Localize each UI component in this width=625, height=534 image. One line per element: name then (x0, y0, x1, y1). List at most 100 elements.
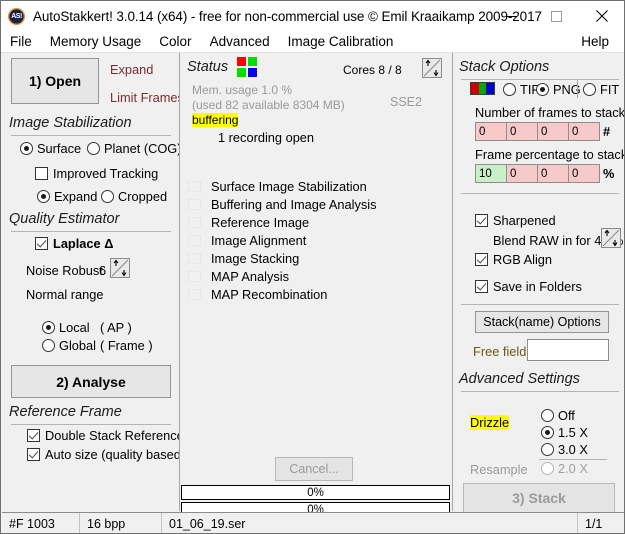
step-label: Image Alignment (211, 233, 307, 248)
step-label: Image Stacking (211, 251, 300, 266)
limit-frames-link[interactable]: Limit Frames (110, 90, 184, 105)
percent-input-1[interactable]: 10 (475, 164, 507, 183)
simd-label: SSE2 (390, 95, 422, 109)
step-indicator (188, 271, 201, 282)
radio-planet-cog[interactable]: Planet (COG) (87, 141, 182, 156)
threads-spinner[interactable] (422, 58, 442, 78)
radio-format-tif-indicator (503, 83, 516, 96)
status-step-surface-stabilization: Surface Image Stabilization (188, 179, 367, 194)
stripe-green (478, 83, 487, 94)
noise-range-note: Normal range (26, 287, 104, 302)
radio-surface-indicator (20, 142, 33, 155)
radio-surface-label: Surface (37, 141, 82, 156)
radio-drizzle-30x-indicator (541, 443, 554, 456)
checkbox-rgb-align[interactable]: RGB Align (475, 252, 552, 267)
status-step-reference-image: Reference Image (188, 215, 309, 230)
checkbox-laplace[interactable]: Laplace Δ (35, 236, 113, 251)
step-label: MAP Recombination (211, 287, 328, 302)
checkbox-sharpened-indicator (475, 214, 488, 227)
menu-item-color[interactable]: Color (150, 31, 200, 53)
radio-surface[interactable]: Surface (20, 141, 81, 156)
radio-resample-20x-label: 2.0 X (558, 461, 588, 476)
stackname-options-button[interactable]: Stack(name) Options (475, 311, 609, 333)
radio-drizzle-15x[interactable]: 1.5 X (541, 425, 588, 440)
menu-item-advanced[interactable]: Advanced (201, 31, 279, 53)
checkbox-auto-size[interactable]: Auto size (quality based) (27, 447, 185, 462)
maximize-icon[interactable] (534, 1, 579, 31)
free-field-input[interactable] (527, 339, 609, 361)
radio-format-tif[interactable]: TIF (503, 82, 539, 97)
radio-expand[interactable]: Expand (37, 189, 97, 204)
menu-bar: File Memory Usage Color Advanced Image C… (1, 31, 624, 53)
menu-item-file[interactable]: File (1, 31, 41, 53)
quality-estimator-header: Quality Estimator (9, 211, 120, 227)
frames-suffix: # (603, 124, 611, 139)
menu-item-image-calibration[interactable]: Image Calibration (279, 31, 403, 53)
menu-item-memory-usage[interactable]: Memory Usage (41, 31, 151, 53)
drizzle-label: Drizzle (470, 415, 510, 430)
radio-cropped-indicator (101, 190, 114, 203)
radio-local-indicator (42, 321, 55, 334)
reference-frame-header: Reference Frame (9, 404, 122, 420)
radio-format-png[interactable]: PNG (536, 82, 581, 97)
step-label: MAP Analysis (211, 269, 289, 284)
analyse-button[interactable]: 2) Analyse (11, 365, 171, 398)
radio-expand-indicator (37, 190, 50, 203)
frames-input-2[interactable]: 0 (506, 122, 538, 141)
checkbox-improved-tracking[interactable]: Improved Tracking (35, 166, 158, 181)
percent-input-3[interactable]: 0 (537, 164, 569, 183)
blend-raw-spinner[interactable] (601, 228, 621, 248)
percent-suffix: % (603, 166, 615, 181)
checkbox-laplace-indicator (35, 237, 48, 250)
open-button[interactable]: 1) Open (11, 58, 99, 104)
checkbox-save-in-folders-indicator (475, 280, 488, 293)
radio-global[interactable]: Global (42, 338, 96, 353)
window-controls (489, 1, 624, 31)
radio-drizzle-off[interactable]: Off (541, 408, 575, 423)
checkbox-save-in-folders[interactable]: Save in Folders (475, 279, 582, 294)
radio-global-indicator (42, 339, 55, 352)
checkbox-improved-tracking-indicator (35, 167, 48, 180)
checkbox-double-stack-reference[interactable]: Double Stack Reference (27, 428, 184, 443)
status-bar: #F 1003 16 bpp 01_06_19.ser 1/1 (2, 512, 624, 533)
radio-format-fit[interactable]: FIT (583, 82, 619, 97)
window-title: AutoStakkert! 3.0.14 (x64) - free for no… (33, 8, 542, 24)
app-icon-text: AS! (11, 12, 22, 20)
quality-estimator-rule (11, 231, 171, 232)
checkbox-double-stack-reference-indicator (27, 429, 40, 442)
percent-input-2[interactable]: 0 (506, 164, 538, 183)
menu-item-help[interactable]: Help (572, 31, 618, 53)
advanced-settings-header: Advanced Settings (459, 371, 580, 387)
minimize-icon[interactable] (489, 1, 534, 31)
checkbox-sharpened[interactable]: Sharpened (475, 213, 556, 228)
radio-global-suffix: ( Frame ) (100, 338, 153, 353)
cancel-button[interactable]: Cancel... (275, 457, 353, 481)
right-panel: Stack Options TIF PNG FIT Number of fram… (452, 53, 625, 513)
radio-resample-20x[interactable]: 2.0 X (541, 461, 588, 476)
resample-label: Resample (470, 462, 528, 477)
noise-robust-spinner[interactable] (110, 258, 130, 278)
frames-input-1[interactable]: 0 (475, 122, 507, 141)
status-panel: Status Cores 8 / 8 SSE2 Mem. usage 1.0 %… (179, 53, 452, 517)
frames-input-3[interactable]: 0 (537, 122, 569, 141)
radio-drizzle-off-label: Off (558, 408, 575, 423)
frames-input-4[interactable]: 0 (568, 122, 600, 141)
stack-options-header: Stack Options (459, 59, 550, 75)
radio-local-label: Local (59, 320, 90, 335)
percent-input-4[interactable]: 0 (568, 164, 600, 183)
radio-local-suffix: ( AP ) (100, 320, 132, 335)
noise-robust-value: 6 (99, 263, 107, 278)
radio-drizzle-off-indicator (541, 409, 554, 422)
expand-link[interactable]: Expand (110, 62, 153, 77)
radio-cropped[interactable]: Cropped (101, 189, 167, 204)
statusbar-filename: 01_06_19.ser (169, 516, 246, 531)
status-step-image-stacking: Image Stacking (188, 251, 299, 266)
reference-frame-rule (11, 424, 171, 425)
step-indicator (188, 253, 201, 264)
stack-button[interactable]: 3) Stack (463, 483, 615, 513)
radio-local[interactable]: Local (42, 320, 90, 335)
step-label: Buffering and Image Analysis (211, 197, 377, 212)
frame-percentage-label: Frame percentage to stack: (475, 147, 625, 162)
radio-drizzle-30x[interactable]: 3.0 X (541, 442, 588, 457)
close-icon[interactable] (579, 1, 624, 31)
